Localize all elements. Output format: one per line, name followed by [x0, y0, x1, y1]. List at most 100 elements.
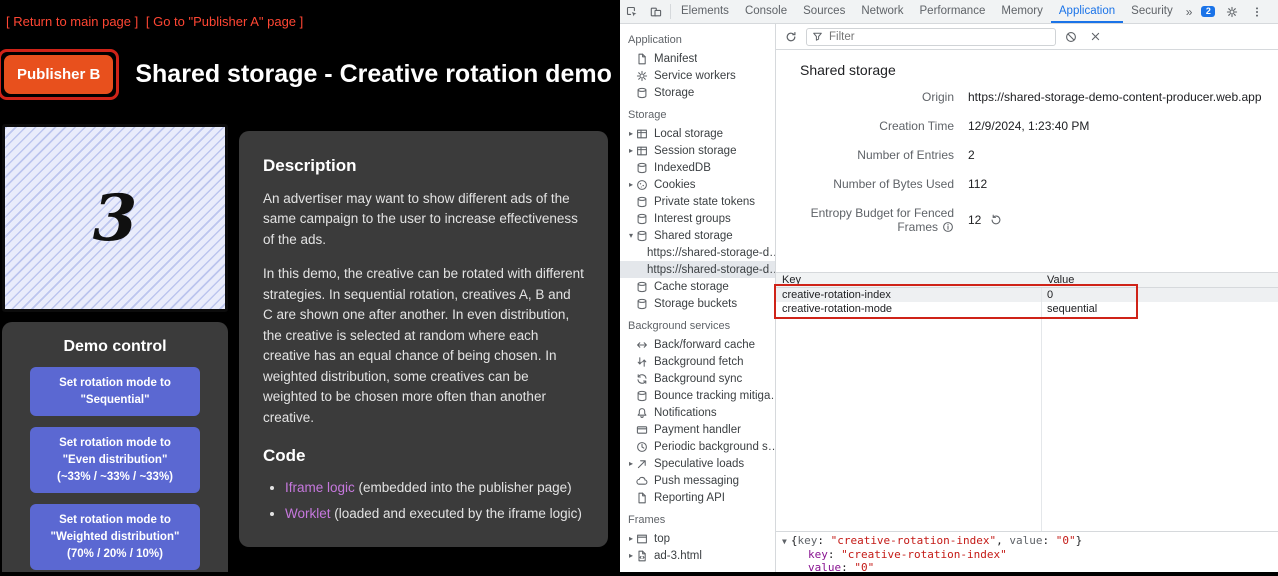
code-list-item: Worklet (loaded and executed by the ifra… [285, 504, 584, 525]
sidebar-item-speculative-loads[interactable]: ▸Speculative loads [620, 455, 775, 472]
sidebar-item-private-state-tokens[interactable]: Private state tokens [620, 193, 775, 210]
database-icon [636, 196, 651, 208]
sidebar-item-https-shared-storage-d[interactable]: https://shared-storage-d… [620, 244, 775, 261]
devtools: ElementsConsoleSourcesNetworkPerformance… [620, 0, 1278, 576]
sidebar-item-push-messaging[interactable]: Push messaging [620, 472, 775, 489]
sidebar-item-label: Storage buckets [654, 298, 737, 310]
sidebar-item-background-sync[interactable]: Background sync [620, 370, 775, 387]
sidebar-item-https-shared-storage-d[interactable]: https://shared-storage-d… [620, 261, 775, 278]
settings-gear-icon[interactable] [1220, 0, 1244, 24]
sidebar-item-storage[interactable]: Storage [620, 84, 775, 101]
device-toolbar-icon[interactable] [644, 0, 668, 24]
sidebar-item-label: Service workers [654, 70, 736, 82]
divider [670, 4, 671, 19]
table-column-header-value[interactable]: Value [1041, 274, 1278, 286]
sidebar-item-label: IndexedDB [654, 162, 711, 174]
sidebar-item-payment-handler[interactable]: Payment handler [620, 421, 775, 438]
sidebar-item-local-storage[interactable]: ▸ Local storage [620, 125, 775, 142]
sidebar-item-label: https://shared-storage-d… [647, 264, 775, 276]
description-panel: Description An advertiser may want to sh… [239, 131, 608, 547]
demo-buttons: Set rotation mode to "Sequential" Set rot… [2, 367, 228, 570]
disclosure-collapsed-icon[interactable]: ▸ [626, 146, 636, 155]
table-icon [636, 145, 651, 157]
code-item-text: (embedded into the publisher page) [355, 480, 572, 495]
preview-summary[interactable]: ▼{key: "creative-rotation-index", value:… [782, 534, 1272, 548]
meta-value-origin: https://shared-storage-demo-content-prod… [968, 90, 1278, 104]
speculative-icon [636, 458, 651, 470]
iframe-logic-link[interactable]: Iframe logic [285, 480, 355, 495]
left-column: 3 Demo control Set rotation mode to "Seq… [2, 124, 228, 570]
info-icon[interactable] [938, 220, 954, 234]
meta-label-number-of-entries: Number of Entries [776, 148, 968, 162]
disclosure-collapsed-icon[interactable]: ▸ [626, 459, 636, 468]
inspect-element-icon[interactable] [620, 0, 644, 24]
devtools-tab-security[interactable]: Security [1123, 0, 1181, 23]
disclosure-expanded-icon[interactable]: ▾ [626, 231, 636, 240]
table-header: KeyValue [776, 273, 1278, 288]
sidebar-item-label: Local storage [654, 128, 723, 140]
sidebar-item-top[interactable]: ▸top [620, 530, 775, 547]
sidebar-item-cache-storage[interactable]: Cache storage [620, 278, 775, 295]
sidebar-item-cookies[interactable]: ▸Cookies [620, 176, 775, 193]
sidebar-item-session-storage[interactable]: ▸Session storage [620, 142, 775, 159]
disclosure-collapsed-icon[interactable]: ▸ [626, 551, 636, 560]
meta-value-text: 2 [968, 148, 975, 162]
sidebar-item-label: Push messaging [654, 475, 739, 487]
devtools-tab-network[interactable]: Network [853, 0, 911, 23]
publisher-b-button[interactable]: Publisher B [4, 55, 113, 94]
devtools-tab-performance[interactable]: Performance [912, 0, 994, 23]
rotation-mode-button-weighted-distribution[interactable]: Set rotation mode to "Weighted distribut… [30, 504, 200, 570]
demo-control-panel: Demo control Set rotation mode to "Seque… [2, 322, 228, 576]
disclosure-collapsed-icon[interactable]: ▸ [626, 129, 636, 138]
worklet-link[interactable]: Worklet [285, 506, 331, 521]
disclosure-collapsed-icon[interactable]: ▸ [626, 534, 636, 543]
rotation-mode-button-sequential[interactable]: Set rotation mode to "Sequential" [30, 367, 200, 416]
more-tabs-button[interactable]: » [1181, 5, 1198, 19]
table-column-header-key[interactable]: Key [776, 274, 1041, 286]
collapse-caret-icon[interactable]: ▼ [782, 537, 787, 546]
devtools-tab-memory[interactable]: Memory [993, 0, 1051, 23]
clear-all-icon[interactable] [1062, 28, 1080, 46]
sidebar-item-storage-buckets[interactable]: Storage buckets [620, 295, 775, 312]
devtools-tab-sources[interactable]: Sources [795, 0, 853, 23]
devtools-tab-elements[interactable]: Elements [673, 0, 737, 23]
sidebar-item-background-fetch[interactable]: Background fetch [620, 353, 775, 370]
cloud-icon [636, 475, 651, 487]
sidebar-item-manifest[interactable]: Manifest [620, 50, 775, 67]
devtools-tab-console[interactable]: Console [737, 0, 795, 23]
sidebar-item-ad-3-html[interactable]: ▸ad-3.html [620, 547, 775, 564]
storage-table-row[interactable]: creative-rotation-index0 [776, 288, 1278, 302]
go-to-publisher-a-link[interactable]: [ Go to "Publisher A" page ] [146, 14, 303, 29]
disclosure-collapsed-icon[interactable]: ▸ [626, 180, 636, 189]
sidebar-item-indexeddb[interactable]: IndexedDB [620, 159, 775, 176]
storage-value-cell: 0 [1041, 289, 1278, 301]
delete-selected-icon[interactable] [1086, 28, 1104, 46]
sidebar-item-periodic-background-s[interactable]: Periodic background s… [620, 438, 775, 455]
sidebar-item-label: Cache storage [654, 281, 729, 293]
database-icon [636, 390, 651, 402]
metadata-report: Originhttps://shared-storage-demo-conten… [776, 88, 1278, 272]
sidebar-item-reporting-api[interactable]: Reporting API [620, 489, 775, 506]
sidebar-item-service-workers[interactable]: Service workers [620, 67, 775, 84]
filter-input[interactable] [827, 30, 1050, 44]
close-devtools-icon[interactable] [1270, 0, 1278, 24]
panel-toolbar [776, 24, 1278, 50]
sidebar-item-notifications[interactable]: Notifications [620, 404, 775, 421]
sidebar-item-shared-storage[interactable]: ▾ Shared storage [620, 227, 775, 244]
issues-badge[interactable]: 2 [1201, 6, 1215, 17]
devtools-tab-application[interactable]: Application [1051, 0, 1123, 23]
cookie-icon [636, 179, 651, 191]
sidebar-item-label: Shared storage [654, 230, 733, 242]
refresh-icon[interactable] [782, 28, 800, 46]
rotation-mode-button-even-distribution[interactable]: Set rotation mode to "Even distribution"… [30, 427, 200, 493]
sidebar-item-label: Reporting API [654, 492, 725, 504]
sidebar-item-bounce-tracking-mitiga[interactable]: Bounce tracking mitiga… [620, 387, 775, 404]
storage-table-row[interactable]: creative-rotation-modesequential [776, 302, 1278, 316]
description-title: Description [263, 153, 584, 179]
reset-entropy-budget-button[interactable] [990, 214, 1002, 226]
kebab-menu-icon[interactable] [1245, 0, 1269, 24]
sidebar-item-back-forward-cache[interactable]: Back/forward cache [620, 336, 775, 353]
entry-preview-pane: ▼{key: "creative-rotation-index", value:… [776, 531, 1278, 576]
return-to-main-page-link[interactable]: [ Return to main page ] [6, 14, 138, 29]
sidebar-item-interest-groups[interactable]: Interest groups [620, 210, 775, 227]
